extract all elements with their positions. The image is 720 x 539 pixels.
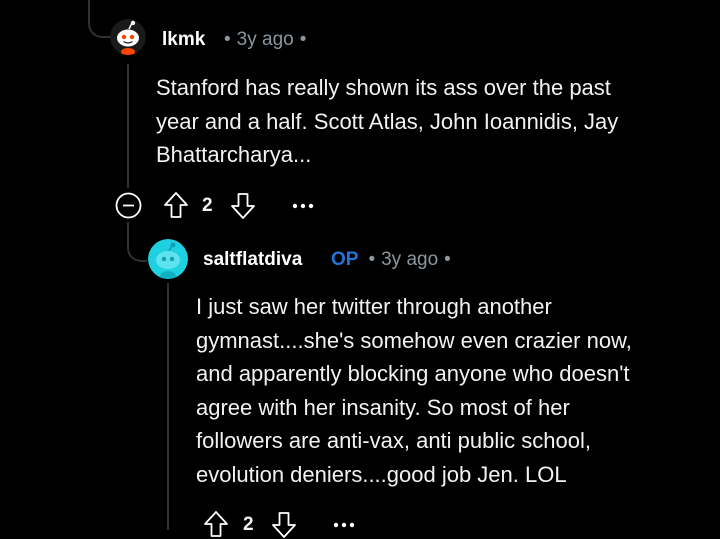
downvote-arrow-icon <box>272 512 296 538</box>
username-lkmk[interactable]: lkmk <box>162 29 205 51</box>
upvote-arrow-icon <box>204 511 228 537</box>
avatar-saltflatdiva[interactable] <box>148 239 188 279</box>
body-line: followers are anti-vax, anti public scho… <box>196 428 591 453</box>
upvote-arrow-icon <box>164 192 188 218</box>
separator-dot: • <box>224 29 231 50</box>
collapse-thread-button[interactable] <box>115 192 142 219</box>
more-dots-icon <box>292 203 314 209</box>
comment-meta-saltflatdiva: OP • 3y ago • <box>331 249 457 271</box>
downvote-button[interactable] <box>271 511 297 539</box>
comment-body-lkmk: Stanford has really shown its ass over t… <box>156 71 696 172</box>
thread-line-lkmk <box>127 64 129 188</box>
comment-body-saltflatdiva: I just saw her twitter through another g… <box>196 290 716 491</box>
upvote-button[interactable] <box>163 191 189 219</box>
thread-elbow-reply <box>127 222 147 262</box>
downvote-button[interactable] <box>230 192 256 220</box>
body-line: Bhattarcharya... <box>156 142 312 167</box>
upvote-button[interactable] <box>203 510 229 538</box>
reddit-snoo-avatar-icon <box>148 239 188 279</box>
avatar-lkmk[interactable] <box>110 19 146 55</box>
thread-line-reply <box>167 283 169 530</box>
more-options-button[interactable] <box>333 522 355 528</box>
body-line: agree with her insanity. So most of her <box>196 394 570 420</box>
separator-dot: • <box>299 29 307 50</box>
collapse-minus-icon <box>115 192 142 219</box>
username-saltflatdiva[interactable]: saltflatdiva <box>203 249 302 271</box>
more-dots-icon <box>333 522 355 528</box>
vote-count: 2 <box>243 514 254 535</box>
thread-elbow-lkmk <box>88 0 112 38</box>
body-line: year and a half. Scott Atlas, John Ioann… <box>156 108 619 134</box>
body-line: I just saw her twitter through another <box>196 294 552 319</box>
timestamp[interactable]: 3y ago <box>381 249 438 270</box>
comment-meta-lkmk: • 3y ago • <box>224 29 312 51</box>
separator-dot: • <box>444 249 451 270</box>
body-line: Stanford has really shown its ass over t… <box>156 75 611 100</box>
body-line: gymnast....she's somehow even crazier no… <box>196 327 632 353</box>
body-line: and apparently blocking anyone who doesn… <box>196 361 630 386</box>
more-options-button[interactable] <box>292 203 314 209</box>
vote-count: 2 <box>202 195 213 216</box>
downvote-arrow-icon <box>231 193 255 219</box>
timestamp[interactable]: 3y ago <box>237 29 294 50</box>
reddit-snoo-avatar-icon <box>110 19 146 55</box>
body-line: evolution deniers....good job Jen. LOL <box>196 461 567 487</box>
op-badge: OP <box>331 249 359 270</box>
separator-dot: • <box>368 249 376 270</box>
